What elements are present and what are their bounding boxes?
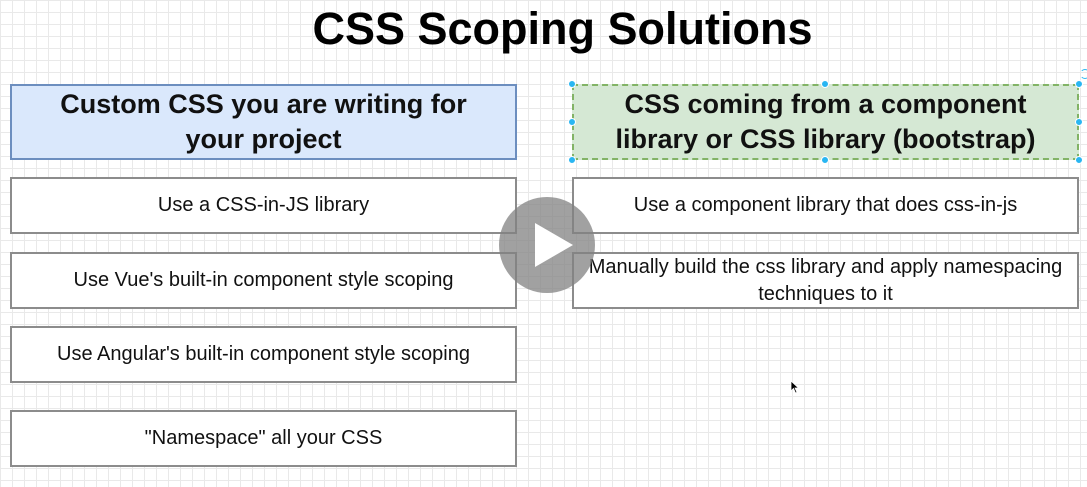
selection-handle-bottom-right[interactable] — [1075, 156, 1083, 164]
left-item-css-in-js[interactable]: Use a CSS-in-JS library — [10, 177, 517, 234]
diagram-title: CSS Scoping Solutions — [312, 3, 813, 54]
selection-handle-bottom-left[interactable] — [568, 156, 576, 164]
selection-handle-middle-left[interactable] — [568, 118, 576, 126]
left-item-angular-scoping[interactable]: Use Angular's built-in component style s… — [10, 326, 517, 383]
right-item-component-library[interactable]: Use a component library that does css-in… — [572, 177, 1079, 234]
left-column-header[interactable]: Custom CSS you are writing for your proj… — [10, 84, 517, 160]
selection-handle-top-middle[interactable] — [821, 80, 829, 88]
selection-handle-middle-right[interactable] — [1075, 118, 1083, 126]
selection-handle-top-left[interactable] — [568, 80, 576, 88]
cursor-icon — [790, 380, 800, 394]
rotate-handle-icon[interactable] — [1080, 69, 1087, 79]
left-item-vue-scoping[interactable]: Use Vue's built-in component style scopi… — [10, 252, 517, 309]
selection-handle-bottom-middle[interactable] — [821, 156, 829, 164]
right-column-header[interactable]: CSS coming from a component library or C… — [572, 84, 1079, 160]
left-item-namespace-css[interactable]: "Namespace" all your CSS — [10, 410, 517, 467]
selection-handle-top-right[interactable] — [1075, 80, 1083, 88]
play-icon — [535, 223, 573, 267]
right-item-manual-namespacing[interactable]: Manually build the css library and apply… — [572, 252, 1079, 309]
play-button[interactable] — [499, 197, 595, 293]
